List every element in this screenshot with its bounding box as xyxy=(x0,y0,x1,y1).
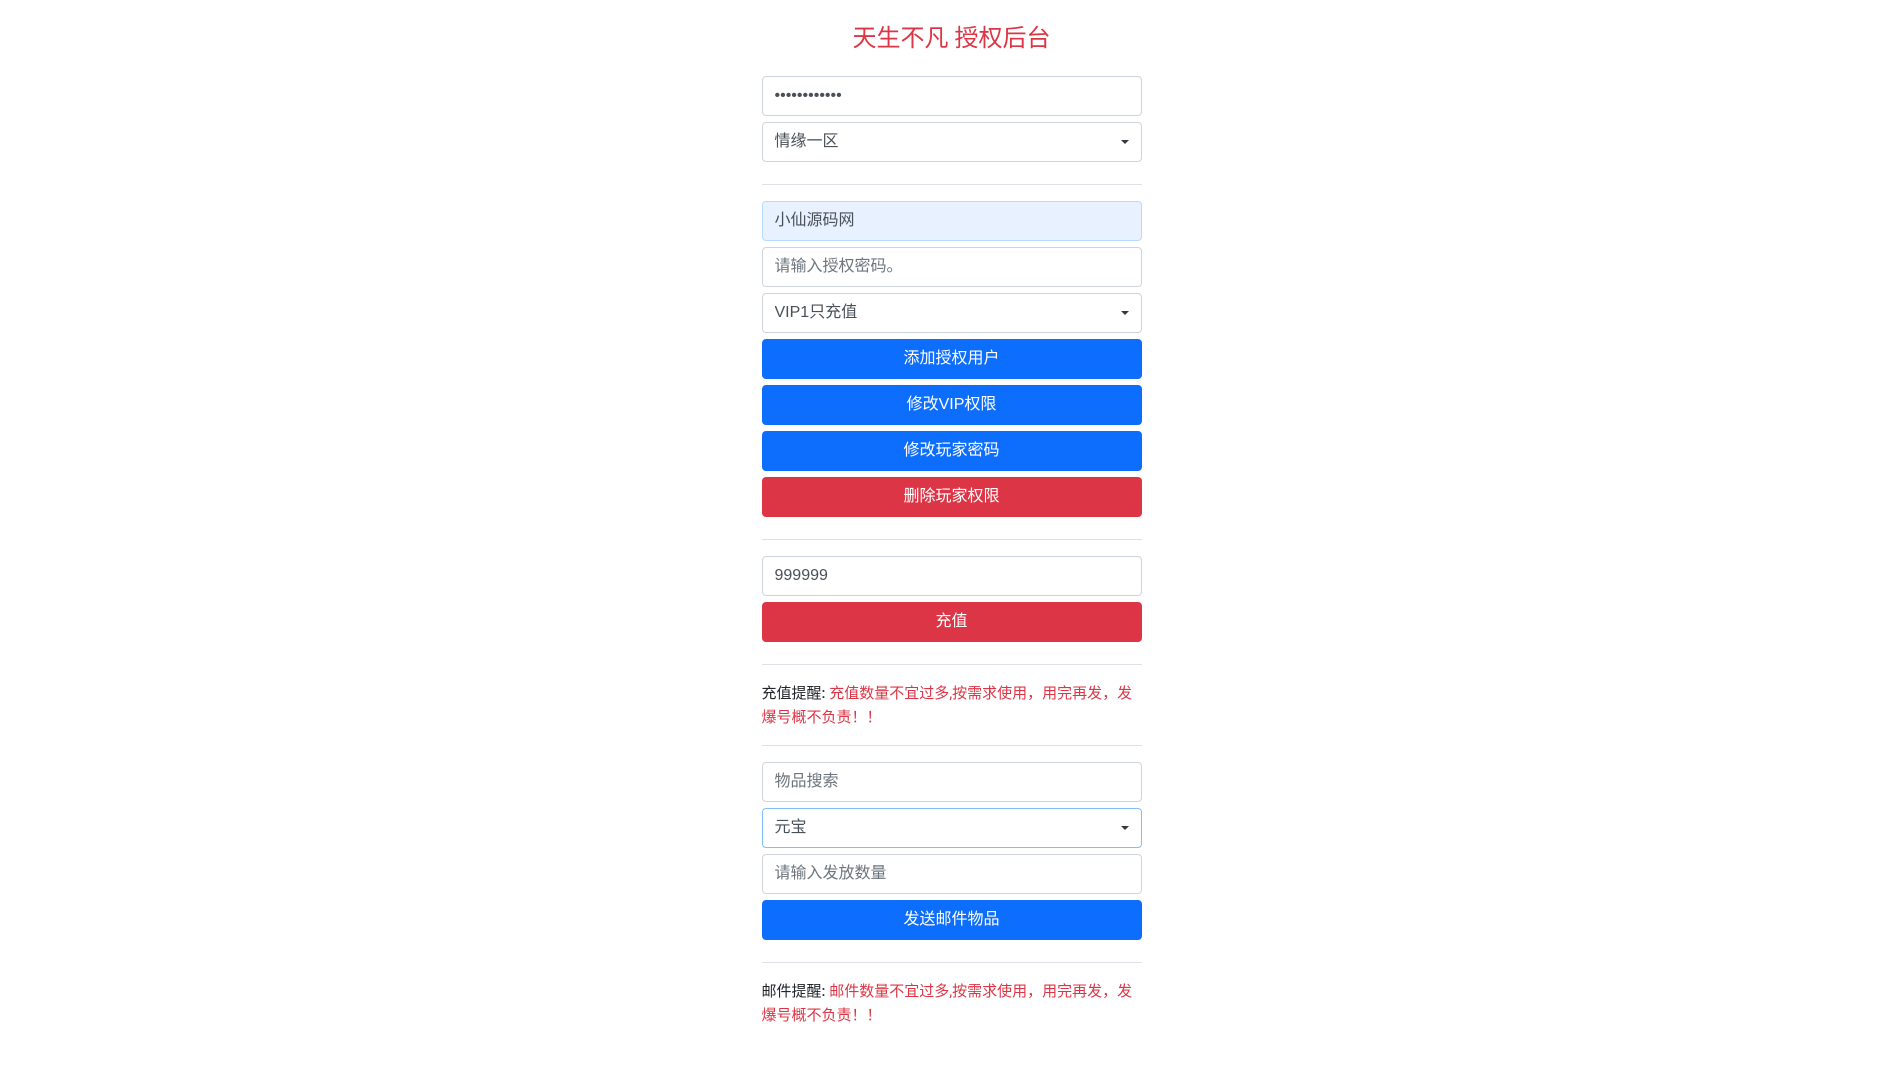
recharge-notice: 充值提醒: 充值数量不宜过多,按需求使用，用完再发，发爆号概不负责！！ xyxy=(762,681,1142,746)
login-section: 情缘一区 xyxy=(762,76,1142,185)
modify-player-password-button[interactable]: 修改玩家密码 xyxy=(762,431,1142,471)
send-mail-item-button[interactable]: 发送邮件物品 xyxy=(762,900,1142,940)
mail-section: 元宝 发送邮件物品 xyxy=(762,762,1142,963)
vip-select[interactable]: VIP1只充值 xyxy=(762,293,1142,333)
mail-notice: 邮件提醒: 邮件数量不宜过多,按需求使用，用完再发，发爆号概不负责！！ xyxy=(762,979,1142,1043)
recharge-section: 充值 xyxy=(762,556,1142,665)
modify-vip-button[interactable]: 修改VIP权限 xyxy=(762,385,1142,425)
auth-password-input[interactable] xyxy=(762,247,1142,287)
mail-notice-label: 邮件提醒: xyxy=(762,982,830,1000)
item-select[interactable]: 元宝 xyxy=(762,808,1142,848)
password-input[interactable] xyxy=(762,76,1142,116)
server-select[interactable]: 情缘一区 xyxy=(762,122,1142,162)
page-title: 天生不凡 授权后台 xyxy=(762,20,1142,56)
delete-player-permission-button[interactable]: 删除玩家权限 xyxy=(762,477,1142,517)
auth-section: VIP1只充值 添加授权用户 修改VIP权限 修改玩家密码 删除玩家权限 xyxy=(762,201,1142,540)
username-input[interactable] xyxy=(762,201,1142,241)
recharge-notice-label: 充值提醒: xyxy=(762,684,830,702)
add-auth-user-button[interactable]: 添加授权用户 xyxy=(762,339,1142,379)
recharge-amount-input[interactable] xyxy=(762,556,1142,596)
item-search-input[interactable] xyxy=(762,762,1142,802)
quantity-input[interactable] xyxy=(762,854,1142,894)
main-container: 天生不凡 授权后台 情缘一区 VIP1只充值 添加授权用户 修改VIP权限 修改… xyxy=(752,0,1152,1079)
recharge-button[interactable]: 充值 xyxy=(762,602,1142,642)
